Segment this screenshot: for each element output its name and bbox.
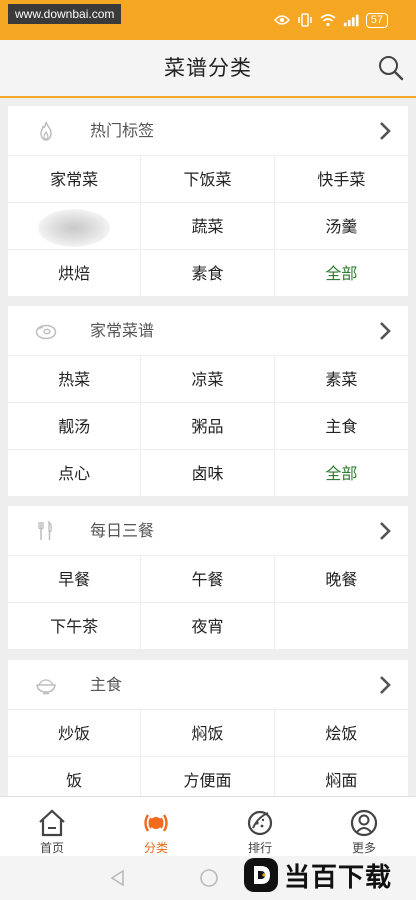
grid-item[interactable]: 汤羹 (274, 203, 408, 250)
tag-grid: 炒饭 焖饭 烩饭 饭 方便面 焖面 (8, 710, 408, 796)
tab-label: 更多 (351, 841, 376, 855)
brand-text: 当百下载 (284, 862, 393, 893)
site-watermark: www.downbai.com (8, 4, 122, 24)
battery-indicator: 57 (365, 12, 388, 28)
meat-icon (34, 319, 58, 343)
back-icon[interactable] (108, 868, 128, 888)
grid-item[interactable]: 午餐 (141, 556, 275, 603)
section-header[interactable]: 热门标签 (8, 106, 408, 156)
grid-item[interactable]: 饭 (8, 757, 142, 796)
eye-icon (273, 12, 290, 28)
wifi-icon (320, 12, 336, 28)
category-content: 热门标签 家常菜 下饭菜 快手菜 蔬菜 汤羹 烘焙 素食 全部 家常菜谱 热菜 … (0, 98, 416, 796)
grid-item[interactable]: 方便面 (141, 757, 275, 796)
grid-item[interactable]: 夜宵 (141, 603, 275, 650)
grid-item[interactable]: 靓汤 (8, 403, 142, 450)
grid-item[interactable]: 素菜 (274, 356, 408, 403)
section-title: 热门标签 (90, 121, 155, 140)
home-circle-icon[interactable] (199, 868, 219, 888)
brand-watermark: 当百下载 (244, 858, 393, 893)
tag-grid: 早餐 午餐 晚餐 下午茶 夜宵 (8, 556, 408, 650)
grid-item-empty (274, 603, 408, 650)
grid-item[interactable]: 点心 (8, 450, 142, 497)
section-title: 家常菜谱 (90, 321, 155, 340)
utensils-icon (34, 519, 58, 543)
tab-label: 排行 (247, 841, 272, 855)
blurred-label (38, 209, 110, 247)
grid-item[interactable]: 下午茶 (8, 603, 142, 650)
chevron-right-icon (374, 674, 396, 696)
chevron-right-icon (374, 320, 396, 342)
view-all-link[interactable]: 全部 (274, 250, 408, 297)
grid-item[interactable]: 粥品 (141, 403, 275, 450)
grid-item[interactable]: 烘焙 (8, 250, 142, 297)
tab-more[interactable]: 更多 (312, 797, 416, 856)
chevron-right-icon (374, 520, 396, 542)
tab-category[interactable]: 分类 (104, 797, 208, 856)
status-icons: 57 (273, 10, 388, 30)
grid-item[interactable]: 焖面 (275, 757, 408, 796)
tag-grid: 热菜 凉菜 素菜 靓汤 粥品 主食 点心 卤味 全部 (8, 356, 408, 497)
status-bar: www.downbai.com 57 (0, 0, 416, 40)
signal-icon (343, 12, 359, 28)
view-all-link[interactable]: 全部 (274, 450, 408, 497)
grid-item[interactable]: 早餐 (8, 556, 142, 603)
grid-item[interactable]: 蔬菜 (141, 203, 275, 250)
tag-grid: 家常菜 下饭菜 快手菜 蔬菜 汤羹 烘焙 素食 全部 (8, 156, 408, 297)
grid-item[interactable]: 烩饭 (274, 710, 408, 757)
section-home-recipes: 家常菜谱 热菜 凉菜 素菜 靓汤 粥品 主食 点心 卤味 全部 (8, 306, 408, 497)
page-title: 菜谱分类 (164, 56, 252, 80)
grid-item[interactable]: 晚餐 (274, 556, 408, 603)
grid-item[interactable]: 家常菜 (8, 156, 142, 203)
more-icon (348, 807, 380, 839)
chevron-right-icon (374, 120, 396, 142)
grid-item[interactable]: 焖饭 (141, 710, 275, 757)
tab-home[interactable]: 首页 (0, 797, 104, 856)
grid-item-blurred[interactable] (8, 203, 142, 250)
section-header[interactable]: 每日三餐 (8, 506, 408, 556)
section-title: 每日三餐 (90, 521, 155, 540)
rice-bowl-icon (34, 673, 58, 697)
section-staple-food: 主食 炒饭 焖饭 烩饭 饭 方便面 焖面 (8, 660, 408, 796)
section-title: 主食 (90, 675, 123, 694)
tab-ranking[interactable]: 排行 (208, 797, 312, 856)
grid-item[interactable]: 热菜 (8, 356, 142, 403)
tab-label: 分类 (143, 841, 168, 855)
vibrate-icon (297, 12, 313, 28)
section-header[interactable]: 主食 (8, 660, 408, 710)
ranking-icon (244, 807, 276, 839)
grid-item[interactable]: 凉菜 (141, 356, 275, 403)
app-header: 菜谱分类 (0, 40, 416, 98)
section-header[interactable]: 家常菜谱 (8, 306, 408, 356)
fire-icon (34, 119, 58, 143)
section-three-meals: 每日三餐 早餐 午餐 晚餐 下午茶 夜宵 (8, 506, 408, 650)
brand-logo (244, 858, 278, 892)
category-icon (140, 807, 172, 839)
section-hot-tags: 热门标签 家常菜 下饭菜 快手菜 蔬菜 汤羹 烘焙 素食 全部 (8, 106, 408, 297)
bottom-nav: 首页 分类 排行 更多 (0, 796, 416, 856)
grid-item[interactable]: 主食 (274, 403, 408, 450)
grid-item[interactable]: 素食 (141, 250, 275, 297)
home-icon (36, 807, 68, 839)
grid-item[interactable]: 快手菜 (274, 156, 408, 203)
tab-label: 首页 (39, 841, 64, 855)
grid-item[interactable]: 下饭菜 (141, 156, 275, 203)
grid-item[interactable]: 卤味 (141, 450, 275, 497)
grid-item[interactable]: 炒饭 (8, 710, 142, 757)
search-button[interactable] (376, 53, 406, 83)
search-icon (379, 56, 404, 81)
